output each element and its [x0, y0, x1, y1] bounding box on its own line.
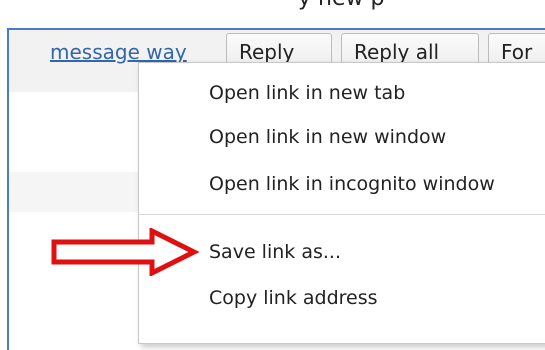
menu-item-open-new-window[interactable]: Open link in new window	[209, 126, 446, 148]
menu-item-save-link-as[interactable]: Save link as...	[209, 241, 341, 263]
background-text-fragment: y new p	[298, 0, 384, 11]
menu-item-copy-link-address[interactable]: Copy link address	[209, 287, 378, 309]
menu-item-open-incognito[interactable]: Open link in incognito window	[209, 173, 495, 195]
message-link[interactable]: message way	[50, 40, 187, 64]
red-arrow-icon	[51, 228, 200, 276]
message-row-shade	[9, 172, 139, 212]
menu-item-open-new-tab[interactable]: Open link in new tab	[209, 82, 405, 104]
link-context-menu: Open link in new tab Open link in new wi…	[138, 62, 545, 344]
menu-separator	[139, 214, 545, 215]
red-arrow-shape	[51, 228, 200, 276]
